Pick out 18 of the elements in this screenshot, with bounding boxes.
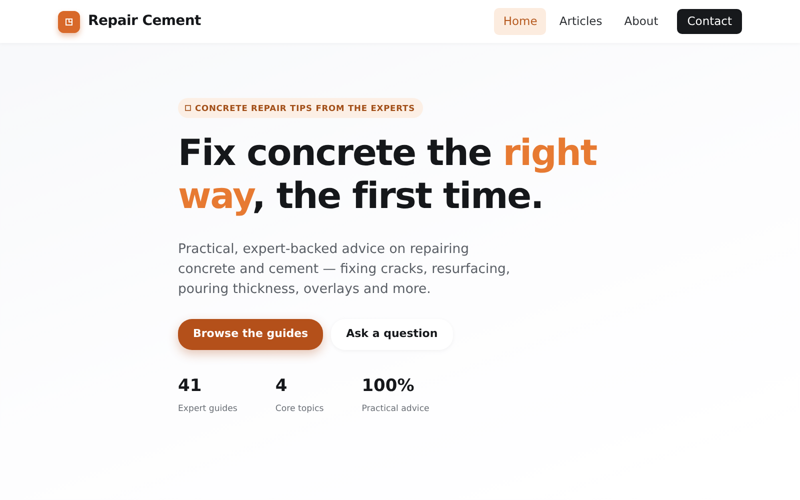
stat-label: Expert guides bbox=[178, 403, 238, 416]
nav-link[interactable]: Articles bbox=[550, 8, 612, 36]
question-button[interactable]: Ask a question bbox=[331, 319, 453, 350]
stat-label: Practical advice bbox=[362, 403, 430, 416]
square-icon bbox=[185, 105, 191, 112]
nav-link[interactable]: Home bbox=[494, 8, 546, 36]
logo-icon bbox=[58, 10, 80, 32]
stat-label: Core topics bbox=[275, 403, 324, 416]
hero-description: Practical, expert-backed advice on repairing concrete and cement — fixing cracks, resurfacing, pouring thickness, overlays and more. bbox=[178, 241, 512, 300]
brand-name[interactable]: Repair Cement bbox=[88, 11, 201, 32]
stat-value: 4 bbox=[275, 374, 288, 398]
eyebrow-tag: CONCRETE REPAIR TIPS FROM THE EXPERTS bbox=[178, 98, 423, 118]
contact-button[interactable]: Contact bbox=[677, 8, 742, 34]
nav-link[interactable]: About bbox=[615, 8, 668, 36]
stat-value: 100% bbox=[362, 374, 416, 398]
stat-value: 41 bbox=[178, 374, 203, 398]
browse-button[interactable]: Browse the guides bbox=[178, 319, 324, 350]
headline: Fix concrete the right way, the first time. bbox=[178, 132, 598, 218]
